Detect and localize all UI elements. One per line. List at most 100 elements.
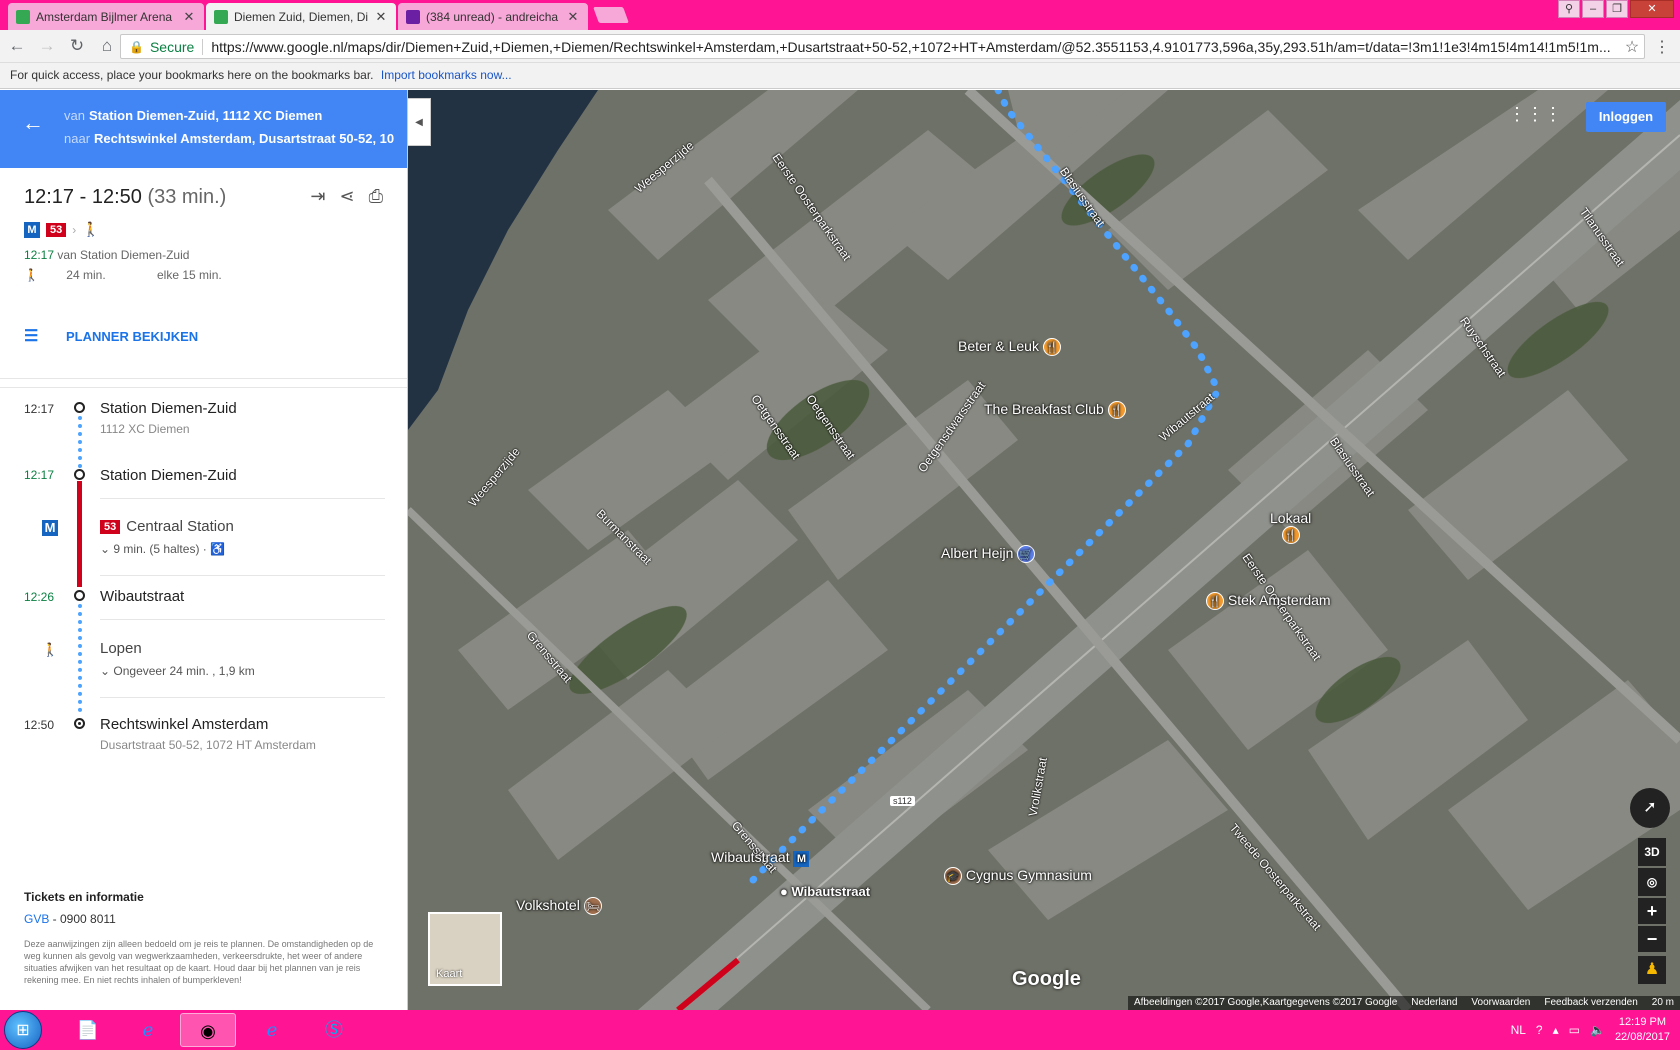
url-text[interactable]: https://www.google.nl/maps/dir/Diemen+Zu… xyxy=(211,39,1620,55)
walk-details[interactable]: ⌄ Ongeveer 24 min. , 1,9 km xyxy=(100,664,255,678)
metro-details[interactable]: ⌄ 9 min. (5 haltes) · ♿ xyxy=(100,542,225,556)
browser-toolbar: ← → ↻ ⌂ 🔒 Secure https://www.google.nl/m… xyxy=(0,30,1680,63)
shopping-cart-icon: 🛒 xyxy=(1017,545,1036,564)
stop-circle-icon xyxy=(74,469,85,480)
walk-segment[interactable]: Lopen xyxy=(100,640,142,657)
step-origin-address: 1112 XC Diemen xyxy=(100,422,190,436)
planner-lines-icon: ☰ xyxy=(24,328,39,345)
route-stop-wibautstraat[interactable]: ● Wibautstraat xyxy=(780,884,870,899)
share-icon[interactable]: ⋖ xyxy=(340,186,355,207)
directions-panel: ← van Station Diemen-Zuid, 1112 XC Diemen… xyxy=(0,90,408,1010)
map-type-toggle[interactable]: Kaart xyxy=(428,912,502,986)
show-hidden-icons[interactable]: ▴ xyxy=(1553,1023,1559,1037)
language-indicator[interactable]: NL xyxy=(1511,1023,1526,1037)
gvb-phone: - 0900 8011 xyxy=(49,912,116,926)
place-lokaal[interactable]: Lokaal 🍴 xyxy=(1270,510,1311,545)
metro-icon: M xyxy=(42,520,58,536)
back-icon[interactable]: ← xyxy=(4,36,30,56)
minimize-button[interactable]: – xyxy=(1582,0,1604,18)
gvb-link[interactable]: GVB xyxy=(24,912,49,926)
3d-button[interactable]: 3D xyxy=(1638,838,1666,866)
tab-yahoo-mail[interactable]: (384 unread) - andreicha ✕ xyxy=(398,3,588,30)
restaurant-icon: 🍴 xyxy=(1206,592,1224,611)
restaurant-icon: 🍴 xyxy=(1042,338,1061,357)
place-volkshotel[interactable]: Volkshotel 🛏 xyxy=(516,897,602,916)
tab-close-icon[interactable]: ✕ xyxy=(182,9,196,25)
destination-circle-icon xyxy=(74,718,85,729)
pegman-icon[interactable]: ♟ xyxy=(1638,956,1666,984)
line-badge: 53 xyxy=(100,519,121,534)
zoom-in-button[interactable]: + xyxy=(1638,898,1666,924)
step-time: 12:50 xyxy=(24,718,55,732)
collapse-panel-button[interactable]: ◀ xyxy=(408,98,431,146)
school-icon: 🎓 xyxy=(944,867,962,886)
metro-line xyxy=(77,481,82,587)
place-stek-amsterdam[interactable]: 🍴 Stek Amsterdam xyxy=(1206,592,1331,611)
wheelchair-icon: ♿ xyxy=(210,542,226,556)
internet-explorer-icon[interactable]: ℯ xyxy=(244,1013,300,1047)
address-bar[interactable]: 🔒 Secure https://www.google.nl/maps/dir/… xyxy=(120,34,1645,59)
metro-icon: M xyxy=(24,221,40,238)
line-badge: 53 xyxy=(46,222,67,237)
metro-icon: M xyxy=(793,851,810,867)
metro-segment[interactable]: 53 Centraal Station xyxy=(100,518,234,535)
secure-label: Secure xyxy=(149,38,195,55)
network-icon[interactable]: ▭ xyxy=(1569,1023,1580,1037)
route-steps: 12:17 Station Diemen-Zuid 1112 XC Diemen… xyxy=(0,392,407,902)
departure-info: 12:17 van Station Diemen-Zuid xyxy=(24,248,190,262)
tab-close-icon[interactable]: ✕ xyxy=(566,9,580,25)
route-origin[interactable]: van Station Diemen-Zuid, 1112 XC Diemen xyxy=(64,108,394,123)
internet-explorer-icon[interactable]: ℯ xyxy=(120,1013,176,1047)
close-window-button[interactable]: ✕ xyxy=(1630,0,1674,18)
skype-icon[interactable]: Ⓢ xyxy=(306,1013,362,1047)
place-beter-leuk[interactable]: Beter & Leuk 🍴 xyxy=(958,338,1061,357)
send-to-phone-icon[interactable]: ⇥ xyxy=(310,186,325,207)
restaurant-icon: 🍴 xyxy=(1107,401,1126,420)
print-icon[interactable]: ⎙ xyxy=(369,186,383,207)
volume-icon[interactable]: 🔈 xyxy=(1590,1023,1605,1037)
place-cygnus-gymnasium[interactable]: 🎓 Cygnus Gymnasium xyxy=(944,867,1092,886)
user-icon[interactable]: ⚲ xyxy=(1558,0,1580,18)
apps-grid-icon[interactable]: ⋮⋮⋮ xyxy=(1508,104,1562,125)
zoom-out-button[interactable]: − xyxy=(1638,926,1666,952)
chrome-icon[interactable]: ◉ xyxy=(180,1013,236,1047)
help-icon[interactable]: ? xyxy=(1536,1023,1543,1037)
place-albert-heijn[interactable]: Albert Heijn 🛒 xyxy=(941,545,1036,564)
tab-close-icon[interactable]: ✕ xyxy=(374,9,388,25)
tickets-title: Tickets en informatie xyxy=(24,890,144,904)
step-station-name[interactable]: Wibautstraat xyxy=(100,588,184,605)
tab-amsterdam-bijlmer[interactable]: Amsterdam Bijlmer Arena ✕ xyxy=(8,3,204,30)
maximize-button[interactable]: ❐ xyxy=(1606,0,1628,18)
planner-button[interactable]: ☰ PLANNER BEKIJKEN xyxy=(24,326,198,346)
browser-menu-icon[interactable]: ⋮ xyxy=(1654,37,1670,57)
tab-diemen-zuid[interactable]: Diemen Zuid, Diemen, Di ✕ xyxy=(206,3,396,30)
satellite-map[interactable]: Eerste Oosterparkstraat Blasiusstraat We… xyxy=(408,90,1680,1010)
start-button[interactable]: ⊞ xyxy=(4,1011,42,1049)
step-destination-name[interactable]: Rechtswinkel Amsterdam xyxy=(100,716,268,733)
clock[interactable]: 12:19 PM 22/08/2017 xyxy=(1615,1015,1670,1045)
my-location-icon[interactable]: ◎ xyxy=(1638,868,1666,896)
place-wibautstraat-metro[interactable]: Wibautstraat M xyxy=(711,849,810,867)
bookmarks-bar: For quick access, place your bookmarks h… xyxy=(0,63,1680,89)
step-station-name[interactable]: Station Diemen-Zuid xyxy=(100,467,237,484)
bookmark-star-icon[interactable]: ☆ xyxy=(1620,37,1644,57)
step-origin-name[interactable]: Station Diemen-Zuid xyxy=(100,400,237,417)
disclaimer: Deze aanwijzingen zijn alleen bedoeld om… xyxy=(24,939,374,985)
route-destination[interactable]: naar Rechtswinkel Amsterdam, Dusartstraat… xyxy=(64,131,394,146)
forward-icon[interactable]: → xyxy=(34,36,60,56)
new-tab-button[interactable] xyxy=(593,7,629,23)
compass-icon[interactable]: ➚ xyxy=(1630,788,1670,828)
import-bookmarks-link[interactable]: Import bookmarks now... xyxy=(381,68,512,82)
signin-button[interactable]: Inloggen xyxy=(1586,102,1666,132)
reload-icon[interactable]: ↻ xyxy=(64,36,90,56)
home-icon[interactable]: ⌂ xyxy=(94,36,120,56)
tickets-info: Tickets en informatie GVB - 0900 8011 De… xyxy=(24,890,384,986)
walk-frequency: 🚶 24 min. elke 15 min. xyxy=(24,268,222,282)
place-breakfast-club[interactable]: The Breakfast Club 🍴 xyxy=(984,401,1126,420)
step-time: 12:26 xyxy=(24,590,55,604)
maps-favicon-icon xyxy=(214,9,228,24)
step-time: 12:17 xyxy=(24,468,55,482)
file-explorer-icon[interactable]: 📄 xyxy=(60,1013,116,1047)
back-arrow-icon[interactable]: ← xyxy=(22,110,44,136)
stop-circle-icon xyxy=(74,590,85,601)
